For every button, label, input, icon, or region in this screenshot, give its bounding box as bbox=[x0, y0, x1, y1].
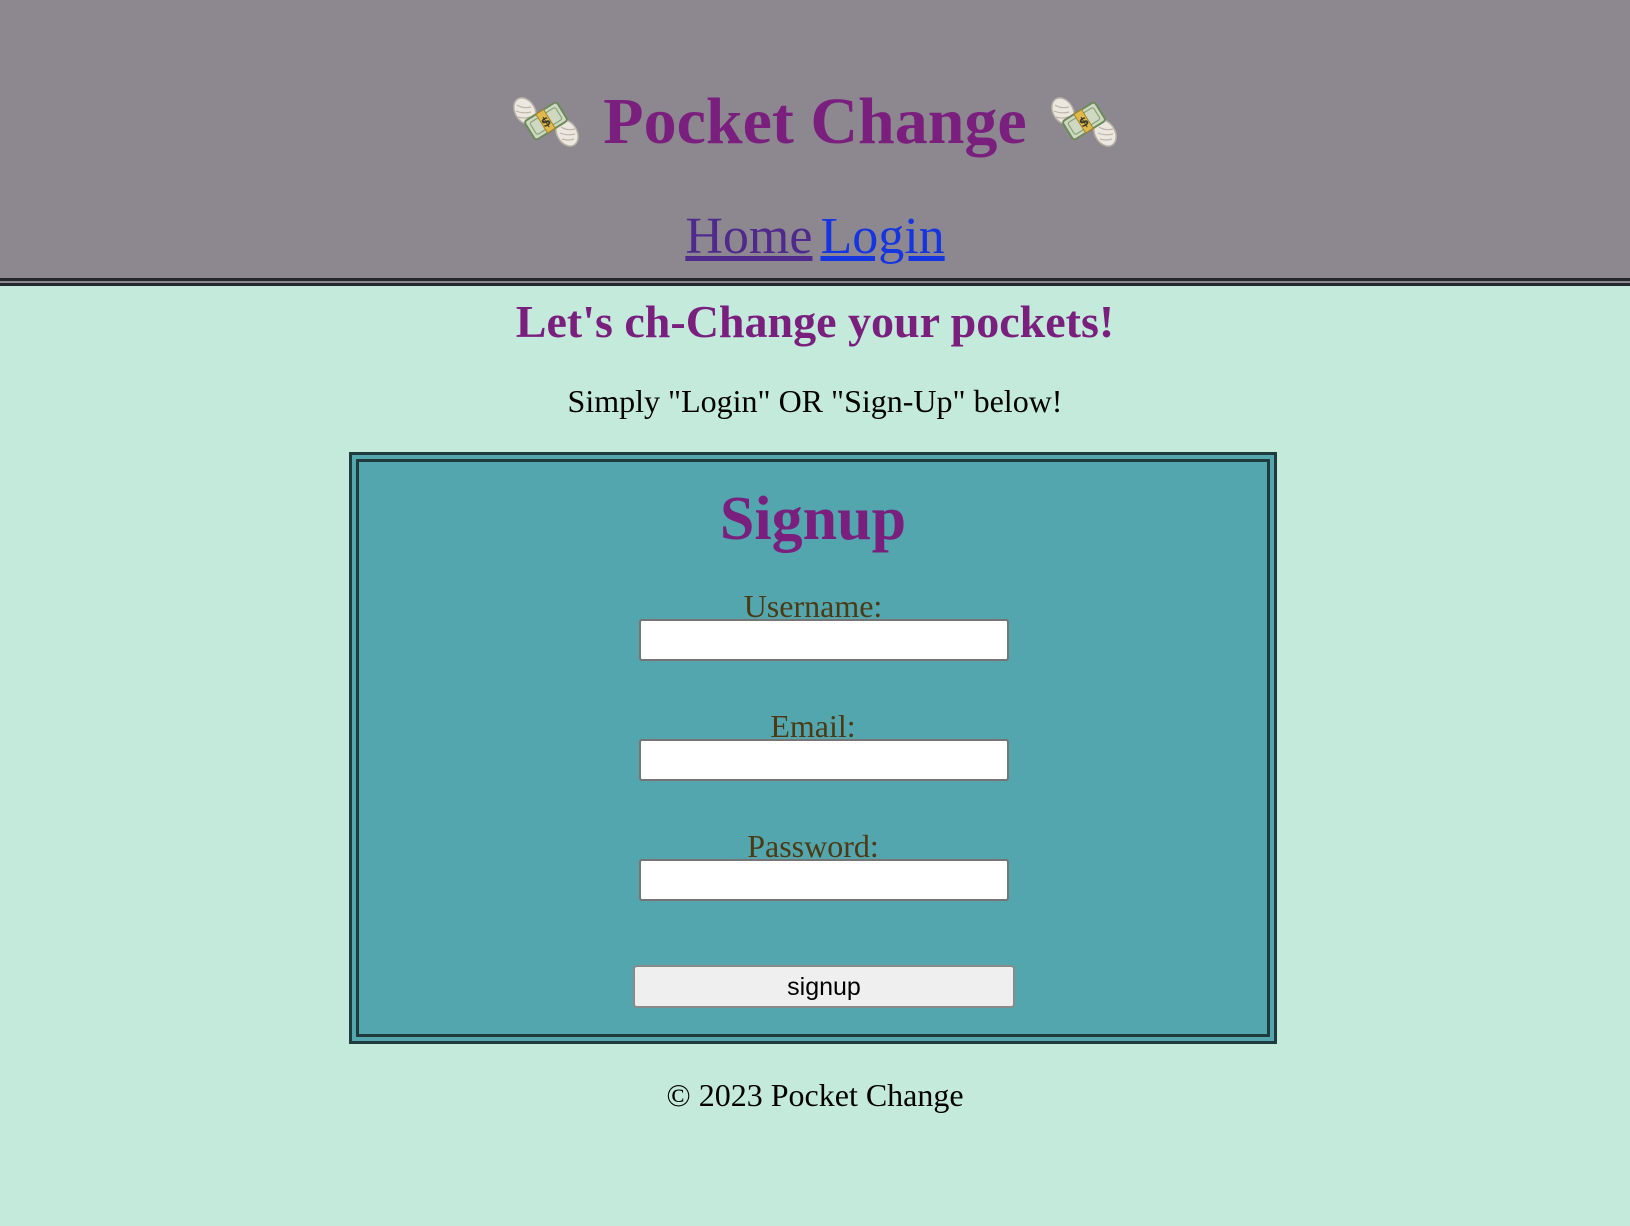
signup-title: Signup bbox=[719, 485, 907, 553]
signup-button[interactable]: signup bbox=[633, 965, 1015, 1008]
site-title-text: Pocket Change bbox=[603, 85, 1027, 158]
signup-form: Signup Username: Email: Password: signup bbox=[349, 452, 1277, 1044]
money-with-wings-icon: $ bbox=[1051, 97, 1118, 147]
nav-link-home[interactable]: Home bbox=[685, 208, 812, 265]
money-with-wings-icon: $ bbox=[512, 97, 579, 147]
main-nav: Home Login bbox=[0, 205, 1630, 269]
site-title: $ Pocket Change $ bbox=[0, 82, 1630, 162]
site-footer: © 2023 Pocket Change bbox=[666, 1077, 964, 1113]
password-input[interactable] bbox=[639, 859, 1009, 901]
username-input[interactable] bbox=[639, 619, 1009, 661]
page-instructions: Simply "Login" OR "Sign-Up" below! bbox=[567, 383, 1063, 419]
site-header: $ Pocket Change $ Home Login bbox=[0, 0, 1630, 286]
email-input[interactable] bbox=[639, 739, 1009, 781]
page-tagline: Let's ch-Change your pockets! bbox=[515, 296, 1115, 347]
nav-link-login[interactable]: Login bbox=[820, 208, 944, 265]
